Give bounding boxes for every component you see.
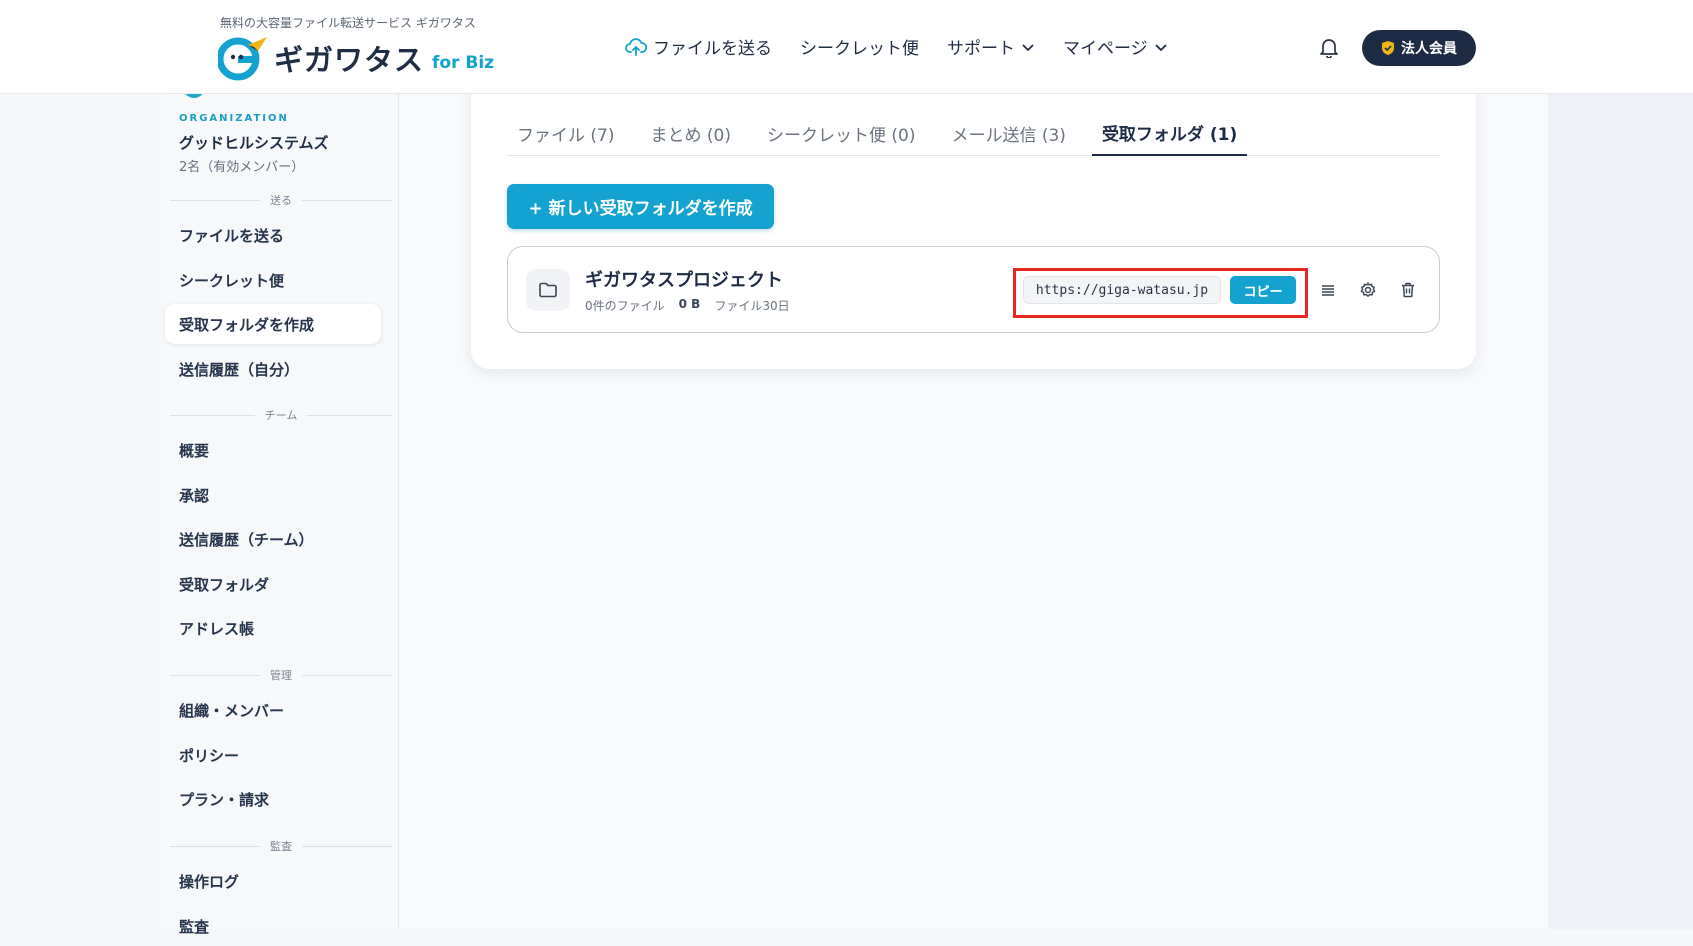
page-left-margin [0, 94, 165, 929]
nav-support[interactable]: サポート [947, 34, 1035, 59]
gear-icon[interactable] [1358, 280, 1378, 300]
list-icon[interactable] [1318, 280, 1338, 300]
member-badge-label: 法人会員 [1401, 41, 1457, 57]
org-name: グッドヒルシステムズ [179, 134, 329, 152]
org-label: ORGANIZATION [179, 113, 289, 124]
page-right-margin [1548, 94, 1693, 929]
tab-email[interactable]: メール送信 (3) [941, 110, 1075, 156]
cloud-upload-icon [625, 37, 647, 56]
sidebar-item-audit[interactable]: 監査 [165, 906, 381, 946]
nav-mypage-label: マイページ [1063, 39, 1148, 59]
copy-button[interactable]: コピー [1230, 276, 1296, 304]
org-member-count: 2名（有効メンバー） [179, 160, 305, 175]
logo-mark-icon [218, 37, 267, 81]
folder-size: 0 B [678, 297, 701, 311]
tab-secret[interactable]: シークレット便 (0) [757, 110, 925, 156]
tab-files[interactable]: ファイル (7) [507, 110, 624, 156]
top-nav: ファイルを送る シークレット便 サポート マイページ [625, 34, 1168, 59]
sidebar-item-approval[interactable]: 承認 [165, 475, 381, 515]
folder-icon [539, 282, 557, 298]
folder-name: ギガワタスプロジェクト [585, 270, 783, 291]
nav-secret-label: シークレット便 [800, 39, 919, 59]
section-team-label: チーム [264, 409, 298, 422]
tagline: 無料の大容量ファイル転送サービス ギガワタス [220, 16, 476, 30]
shield-icon [1382, 41, 1394, 55]
logo-sub: for Biz [432, 53, 495, 73]
sidebar-item-address-book[interactable]: アドレス帳 [165, 608, 381, 648]
trash-icon[interactable] [1398, 280, 1418, 300]
top-header: 無料の大容量ファイル転送サービス ギガワタス ギガワタス for Biz ファイ… [0, 0, 1693, 94]
sidebar: ORGANIZATION グッドヒルシステムズ 2名（有効メンバー） 送る ファ… [165, 84, 399, 936]
section-send: 送る [170, 193, 392, 207]
folder-meta: 0件のファイル 0 B ファイル30日 [585, 297, 790, 314]
sidebar-item-send-files[interactable]: ファイルを送る [165, 215, 381, 255]
logo[interactable]: ギガワタス for Biz [218, 34, 494, 82]
sidebar-item-overview[interactable]: 概要 [165, 430, 381, 470]
sidebar-item-billing[interactable]: プラン・請求 [165, 779, 381, 819]
nav-send-files-label: ファイルを送る [653, 39, 772, 59]
chevron-down-icon [1022, 43, 1034, 51]
folder-retention: ファイル30日 [714, 299, 790, 313]
sidebar-item-create-folder[interactable]: 受取フォルダを作成 [165, 304, 381, 344]
nav-secret[interactable]: シークレット便 [800, 34, 919, 59]
section-audit: 監査 [170, 839, 392, 853]
logo-text: ギガワタス [274, 43, 425, 77]
tab-bar: ファイル (7) まとめ (0) シークレット便 (0) メール送信 (3) 受… [507, 110, 1440, 156]
sidebar-item-members[interactable]: 組織・メンバー [165, 690, 381, 730]
main-card: ファイル (7) まとめ (0) シークレット便 (0) メール送信 (3) 受… [471, 86, 1476, 369]
folder-icon-box [526, 269, 570, 311]
folder-row[interactable]: ギガワタスプロジェクト 0件のファイル 0 B ファイル30日 https://… [507, 246, 1440, 333]
member-badge[interactable]: 法人会員 [1362, 30, 1476, 66]
folder-file-count: 0件のファイル [585, 299, 665, 313]
bell-icon[interactable] [1318, 36, 1340, 58]
sidebar-item-secret[interactable]: シークレット便 [165, 260, 381, 300]
sidebar-item-history-team[interactable]: 送信履歴（チーム） [165, 519, 381, 559]
tab-summary[interactable]: まとめ (0) [640, 110, 740, 156]
nav-send-files[interactable]: ファイルを送る [625, 34, 772, 59]
section-admin: 管理 [170, 668, 392, 682]
chevron-down-icon [1155, 43, 1167, 51]
create-folder-button[interactable]: + 新しい受取フォルダを作成 [507, 184, 774, 229]
tab-receive-folders[interactable]: 受取フォルダ (1) [1091, 110, 1248, 156]
section-team: チーム [170, 408, 392, 422]
nav-support-label: サポート [947, 39, 1015, 59]
sidebar-item-policy[interactable]: ポリシー [165, 735, 381, 775]
sidebar-item-folders[interactable]: 受取フォルダ [165, 564, 381, 604]
sidebar-item-history-self[interactable]: 送信履歴（自分） [165, 349, 381, 389]
section-audit-label: 監査 [270, 840, 292, 853]
section-send-label: 送る [270, 194, 292, 207]
sidebar-item-operation-log[interactable]: 操作ログ [165, 861, 381, 901]
folder-url[interactable]: https://giga-watasu.jp [1023, 276, 1221, 304]
nav-mypage[interactable]: マイページ [1063, 34, 1168, 59]
section-admin-label: 管理 [270, 669, 292, 682]
